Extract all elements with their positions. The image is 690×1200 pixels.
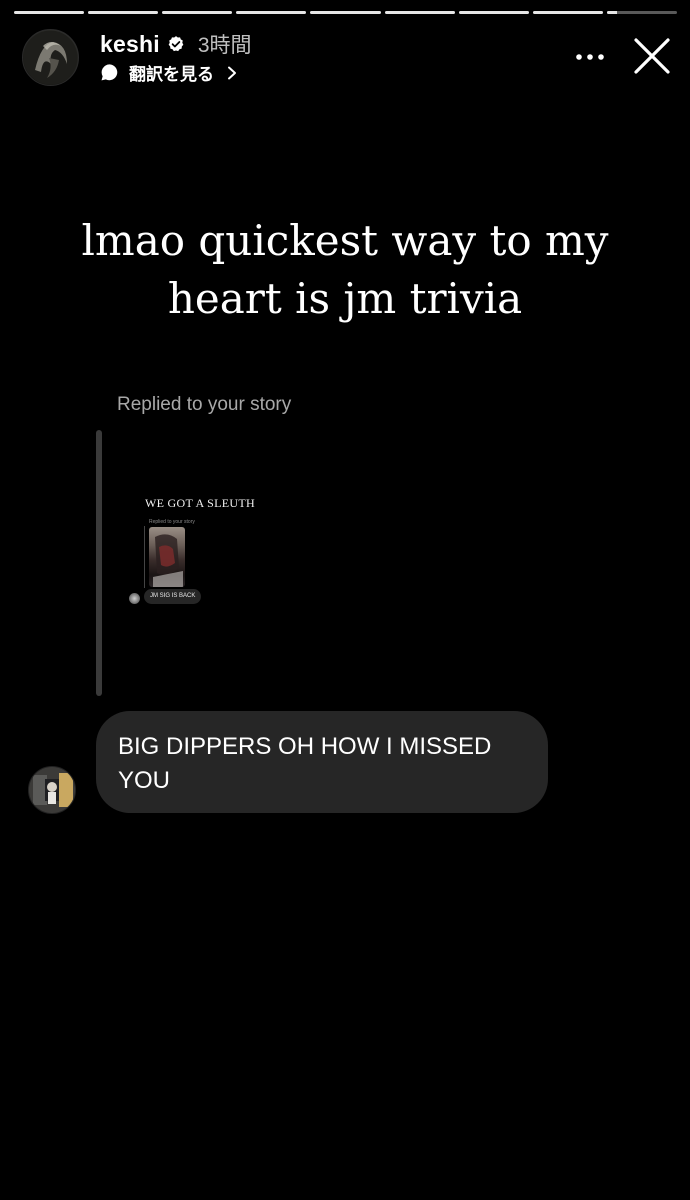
progress-segment-fill bbox=[606, 11, 618, 14]
chevron-right-icon bbox=[226, 65, 238, 80]
story-caption: lmao quickest way to my heart is jm triv… bbox=[81, 216, 609, 323]
nested-story-thumbnail bbox=[149, 527, 185, 587]
progress-segment-fill bbox=[162, 11, 233, 14]
see-translation-label: 翻訳を見る bbox=[129, 64, 214, 84]
replied-to-story-label: Replied to your story bbox=[117, 394, 292, 415]
progress-segment-fill bbox=[236, 11, 307, 14]
reply-message-bubble: BIG DIPPERS OH HOW I MISSED YOU bbox=[96, 711, 548, 813]
progress-segment bbox=[532, 11, 603, 14]
close-icon bbox=[634, 38, 670, 74]
profile-avatar[interactable] bbox=[22, 29, 79, 86]
story-progress-bar bbox=[14, 11, 677, 15]
nested-quote-bar bbox=[144, 526, 145, 588]
quote-bar bbox=[96, 430, 102, 696]
progress-segment-fill bbox=[14, 11, 85, 14]
nested-story-caption: WE GOT A SLEUTH bbox=[145, 496, 255, 510]
close-button[interactable] bbox=[632, 36, 672, 76]
username[interactable]: keshi bbox=[100, 31, 160, 58]
progress-segment bbox=[162, 11, 233, 14]
progress-segment bbox=[14, 11, 85, 14]
sender-avatar[interactable] bbox=[28, 766, 76, 814]
progress-segment-fill bbox=[384, 11, 455, 14]
more-horizontal-icon bbox=[576, 54, 604, 60]
nested-avatar bbox=[129, 593, 140, 604]
progress-segment bbox=[88, 11, 159, 14]
verified-badge-icon bbox=[167, 35, 185, 53]
more-options-button[interactable] bbox=[572, 42, 608, 72]
speech-bubble-icon bbox=[100, 63, 119, 82]
nested-replied-label: Replied to your story bbox=[149, 519, 195, 525]
progress-segment bbox=[236, 11, 307, 14]
progress-segment-fill bbox=[458, 11, 529, 14]
nested-message-bubble: JM SIG IS BACK bbox=[144, 589, 202, 604]
progress-segment bbox=[310, 11, 381, 14]
username-row: keshi 3時間 bbox=[100, 29, 252, 59]
see-translation-link[interactable]: 翻訳を見る bbox=[100, 60, 238, 84]
story-header: keshi 3時間 翻訳を見る bbox=[20, 28, 672, 88]
post-time: 3時間 bbox=[197, 34, 252, 57]
progress-segment-fill bbox=[88, 11, 159, 14]
progress-segment-fill bbox=[310, 11, 381, 14]
progress-segment bbox=[606, 11, 677, 14]
progress-segment bbox=[458, 11, 529, 14]
progress-segment bbox=[384, 11, 455, 14]
progress-segment-fill bbox=[532, 11, 603, 14]
